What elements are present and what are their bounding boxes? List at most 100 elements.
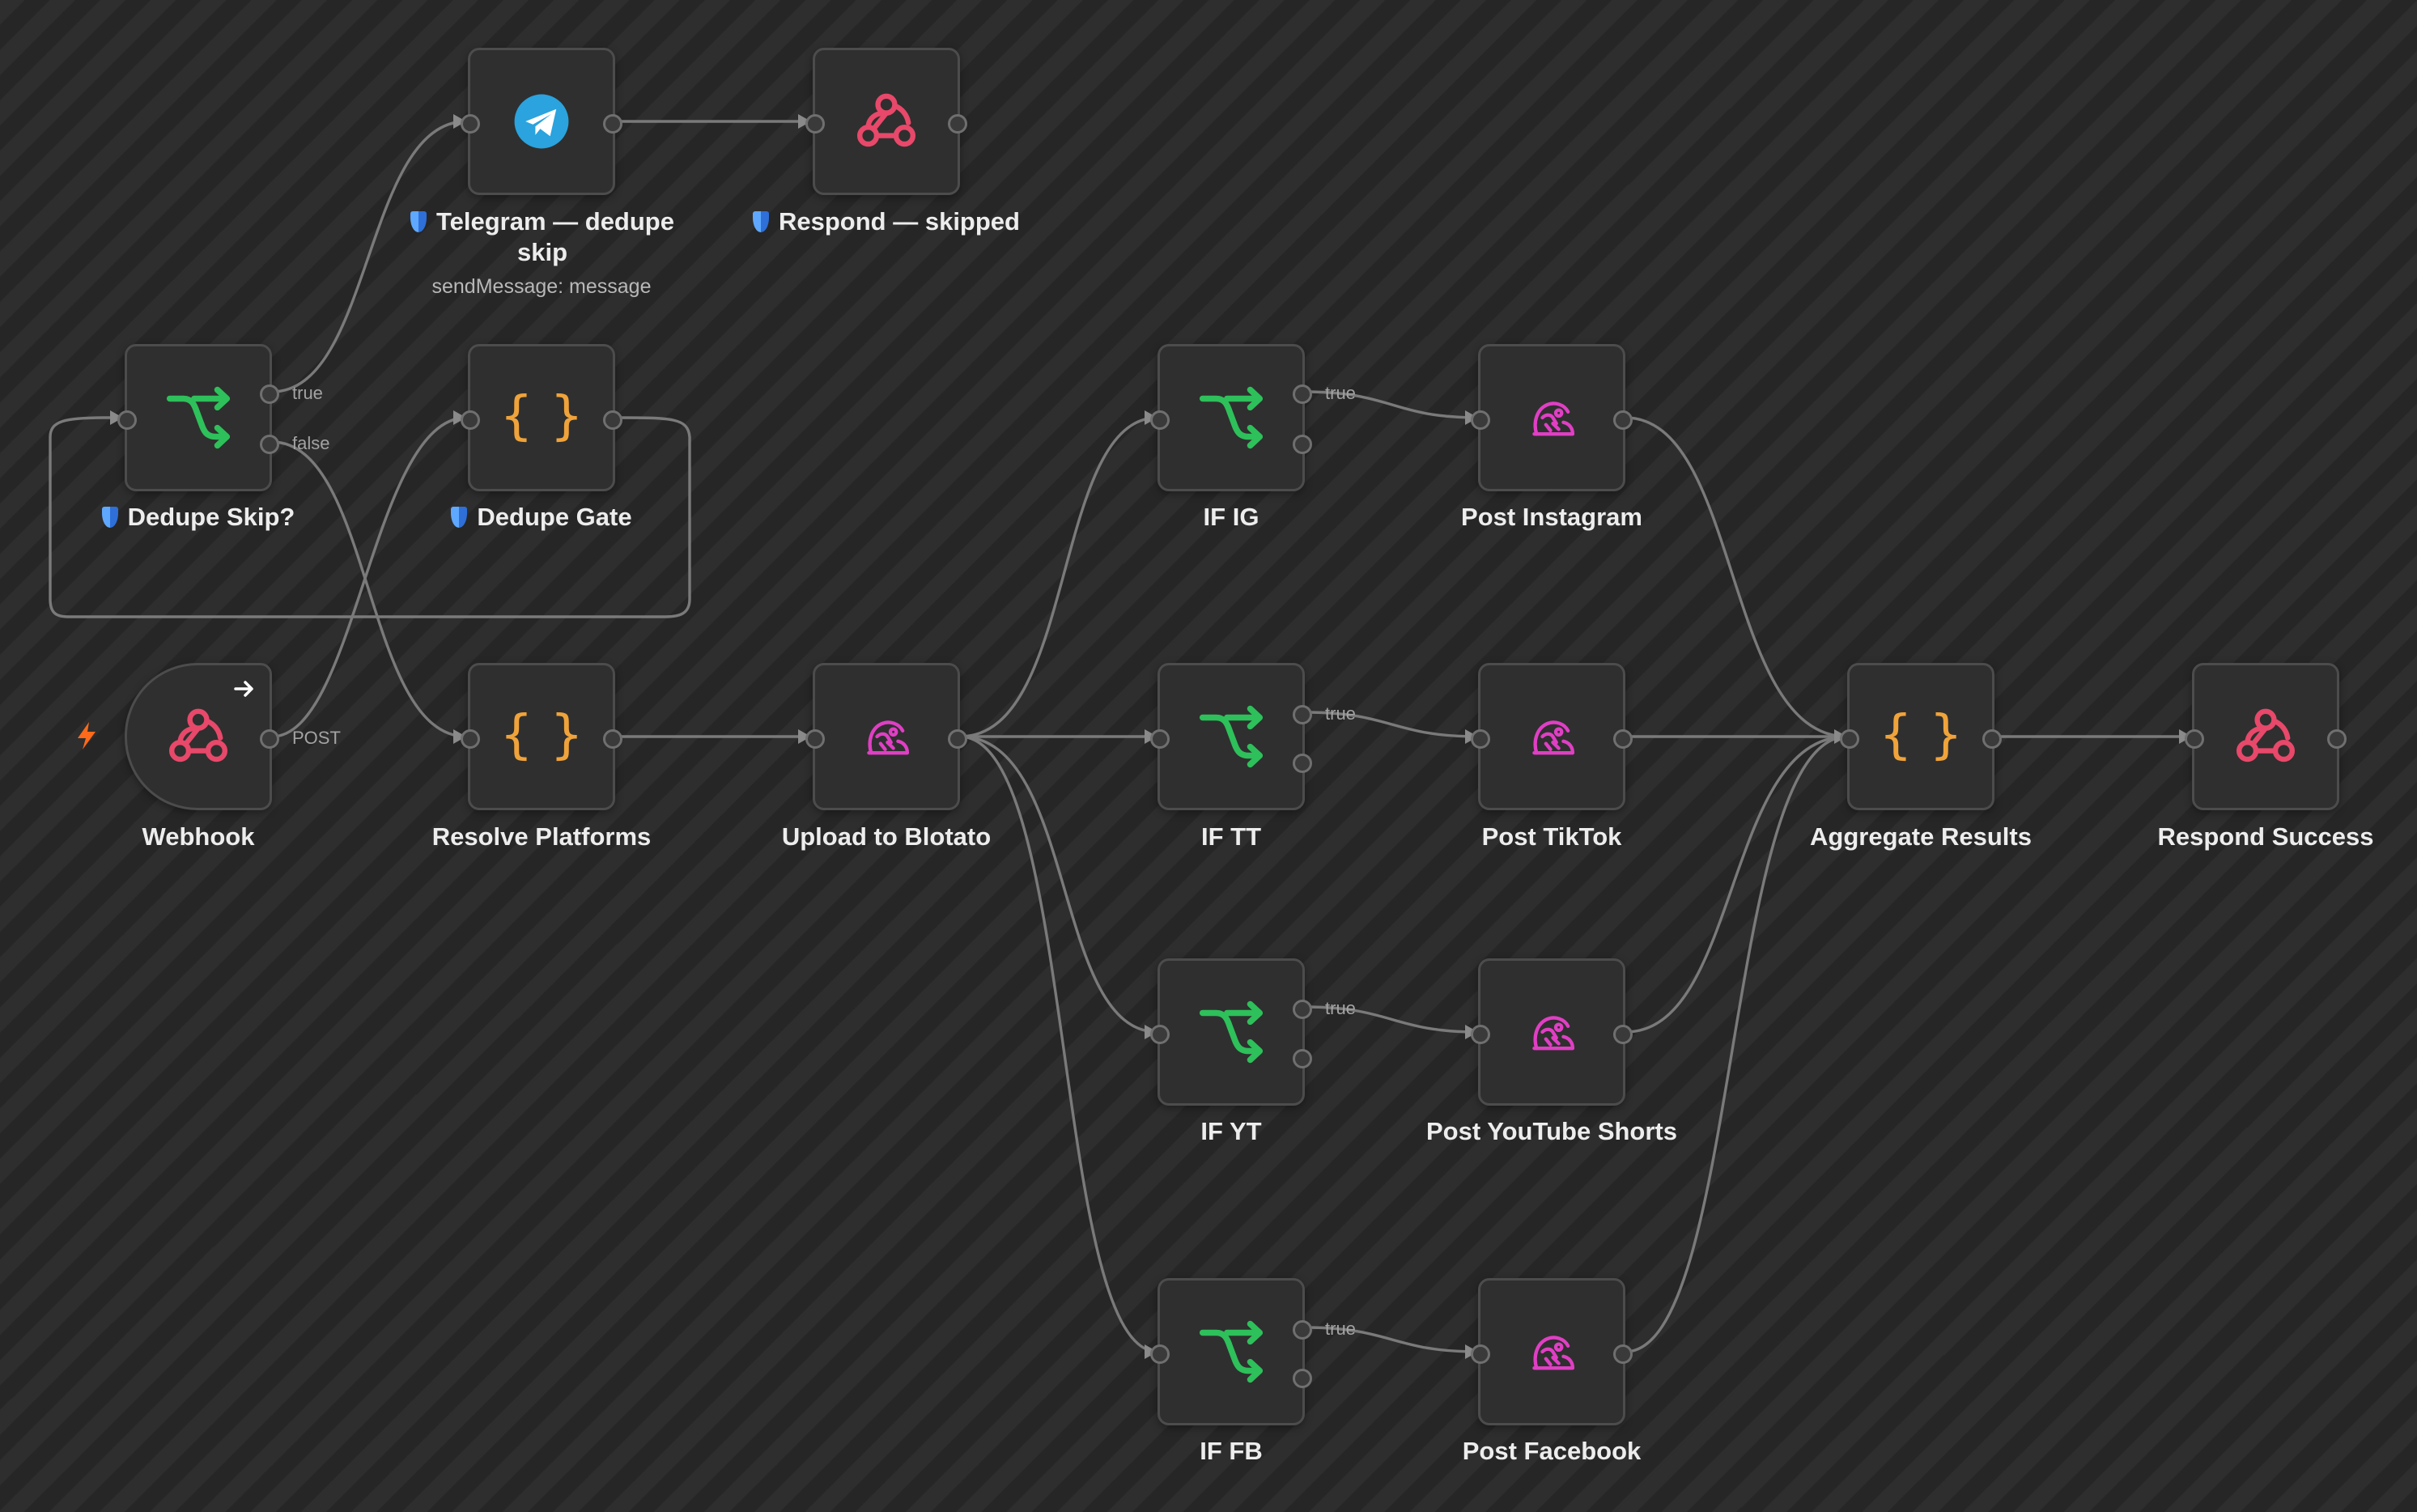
input-port[interactable]	[1150, 410, 1170, 430]
output-port[interactable]	[948, 114, 967, 134]
output-port-false[interactable]	[1293, 754, 1312, 773]
if-branch-icon	[1197, 1318, 1265, 1386]
output-port-true[interactable]	[260, 384, 279, 404]
node-aggregate-results[interactable]	[1840, 663, 2002, 810]
output-port[interactable]	[2327, 729, 2347, 749]
output-label-post: POST	[292, 728, 341, 748]
connection-post-youtube-to-aggregate	[1625, 735, 1848, 1034]
output-label-true: true	[1325, 383, 1356, 403]
input-port[interactable]	[2185, 729, 2204, 749]
node-upload-blotato[interactable]	[805, 663, 967, 810]
node-label-resolve-platforms: Resolve Platforms	[431, 822, 652, 851]
node-respond-skipped[interactable]	[805, 48, 967, 195]
output-port-false[interactable]	[260, 435, 279, 454]
input-port[interactable]	[1150, 1025, 1170, 1044]
node-if-ig[interactable]: true	[1150, 344, 1356, 491]
output-port[interactable]	[260, 729, 279, 749]
webhook-icon	[166, 704, 231, 769]
node-label-dedupe-gate: Dedupe Gate	[363, 502, 720, 533]
node-if-yt[interactable]: true	[1150, 958, 1356, 1106]
node-if-tt[interactable]: true	[1150, 663, 1356, 810]
input-port[interactable]	[1471, 1025, 1490, 1044]
input-port[interactable]	[117, 410, 137, 430]
if-branch-icon	[1197, 998, 1265, 1066]
workflow-canvas[interactable]: POST Webhook true false Dedupe Skip? Ded…	[0, 0, 2417, 1512]
output-label-true: true	[1325, 703, 1356, 724]
webhook-icon	[854, 89, 919, 154]
blotato-icon	[857, 707, 915, 766]
output-label-true: true	[1325, 998, 1356, 1018]
node-label-respond-skipped: Respond — skipped	[708, 206, 1064, 237]
shield-icon	[451, 507, 468, 528]
output-port[interactable]	[948, 729, 967, 749]
output-port-false[interactable]	[1293, 1049, 1312, 1068]
output-label-true: true	[1325, 1319, 1356, 1339]
node-label-upload-blotato: Upload to Blotato	[781, 822, 992, 851]
output-port-true[interactable]	[1293, 1000, 1312, 1019]
input-port[interactable]	[461, 114, 480, 134]
output-port-true[interactable]	[1293, 1320, 1312, 1340]
node-label-aggregate-results: Aggregate Results	[1810, 822, 2032, 851]
output-port-false[interactable]	[1293, 1369, 1312, 1388]
node-label-text: Respond — skipped	[779, 207, 1020, 236]
connection-webhook-to-dedupe-gate	[271, 416, 467, 738]
input-port[interactable]	[805, 729, 825, 749]
node-subtitle-telegram: sendMessage: message	[431, 275, 652, 298]
blotato-icon	[1523, 389, 1581, 447]
node-label-if-tt: IF TT	[1200, 822, 1262, 851]
output-port[interactable]	[603, 729, 622, 749]
output-port[interactable]	[1613, 1344, 1633, 1364]
node-label-text: Dedupe Gate	[477, 503, 632, 531]
if-branch-icon	[164, 384, 232, 452]
output-port[interactable]	[1613, 729, 1633, 749]
code-braces-icon	[506, 701, 577, 772]
node-webhook[interactable]: POST	[125, 663, 341, 810]
shield-icon	[101, 507, 118, 528]
blotato-icon	[1523, 1003, 1581, 1061]
if-branch-icon	[1197, 703, 1265, 771]
node-post-instagram[interactable]	[1471, 344, 1633, 491]
node-label-post-tiktok: Post TikTok	[1481, 822, 1622, 851]
node-label-post-instagram: Post Instagram	[1461, 503, 1642, 531]
node-dedupe-skip[interactable]: true false	[117, 344, 329, 491]
if-branch-icon	[1197, 384, 1265, 452]
node-telegram[interactable]	[461, 48, 622, 195]
connection-upload-to-if-ig	[959, 416, 1158, 738]
node-label-post-youtube: Post YouTube Shorts	[1425, 1117, 1677, 1145]
node-label-dedupe-skip: Dedupe Skip?	[20, 502, 376, 533]
node-label-if-ig: IF IG	[1203, 503, 1259, 531]
trigger-bolt-icon	[78, 722, 96, 750]
node-label-text: Dedupe Skip?	[127, 503, 295, 531]
input-port[interactable]	[1471, 729, 1490, 749]
input-port[interactable]	[1840, 729, 1859, 749]
input-port[interactable]	[805, 114, 825, 134]
node-post-facebook[interactable]	[1471, 1278, 1633, 1425]
input-port[interactable]	[1150, 729, 1170, 749]
output-port[interactable]	[1982, 729, 2002, 749]
output-port[interactable]	[1613, 410, 1633, 430]
output-port-false[interactable]	[1293, 435, 1312, 454]
node-if-fb[interactable]: true	[1150, 1278, 1356, 1425]
node-post-tiktok[interactable]	[1471, 663, 1633, 810]
input-port[interactable]	[461, 729, 480, 749]
output-label-false: false	[292, 433, 330, 453]
output-port-true[interactable]	[1293, 705, 1312, 724]
input-port[interactable]	[461, 410, 480, 430]
input-port[interactable]	[1150, 1344, 1170, 1364]
output-port[interactable]	[1613, 1025, 1633, 1044]
node-label-respond-success: Respond Success	[2157, 822, 2374, 851]
output-port[interactable]	[603, 410, 622, 430]
node-resolve-platforms[interactable]	[461, 663, 622, 810]
node-respond-success[interactable]	[2185, 663, 2347, 810]
node-dedupe-gate[interactable]	[461, 344, 622, 491]
input-port[interactable]	[1471, 1344, 1490, 1364]
webhook-icon	[2233, 704, 2298, 769]
blotato-icon	[1523, 707, 1581, 766]
output-port-true[interactable]	[1293, 384, 1312, 404]
node-label-text: Telegram — dedupe skip	[436, 207, 674, 266]
output-port[interactable]	[603, 114, 622, 134]
input-port[interactable]	[1471, 410, 1490, 430]
connection-post-instagram-to-aggregate	[1625, 416, 1848, 738]
node-post-youtube[interactable]	[1471, 958, 1633, 1106]
blotato-icon	[1523, 1323, 1581, 1381]
